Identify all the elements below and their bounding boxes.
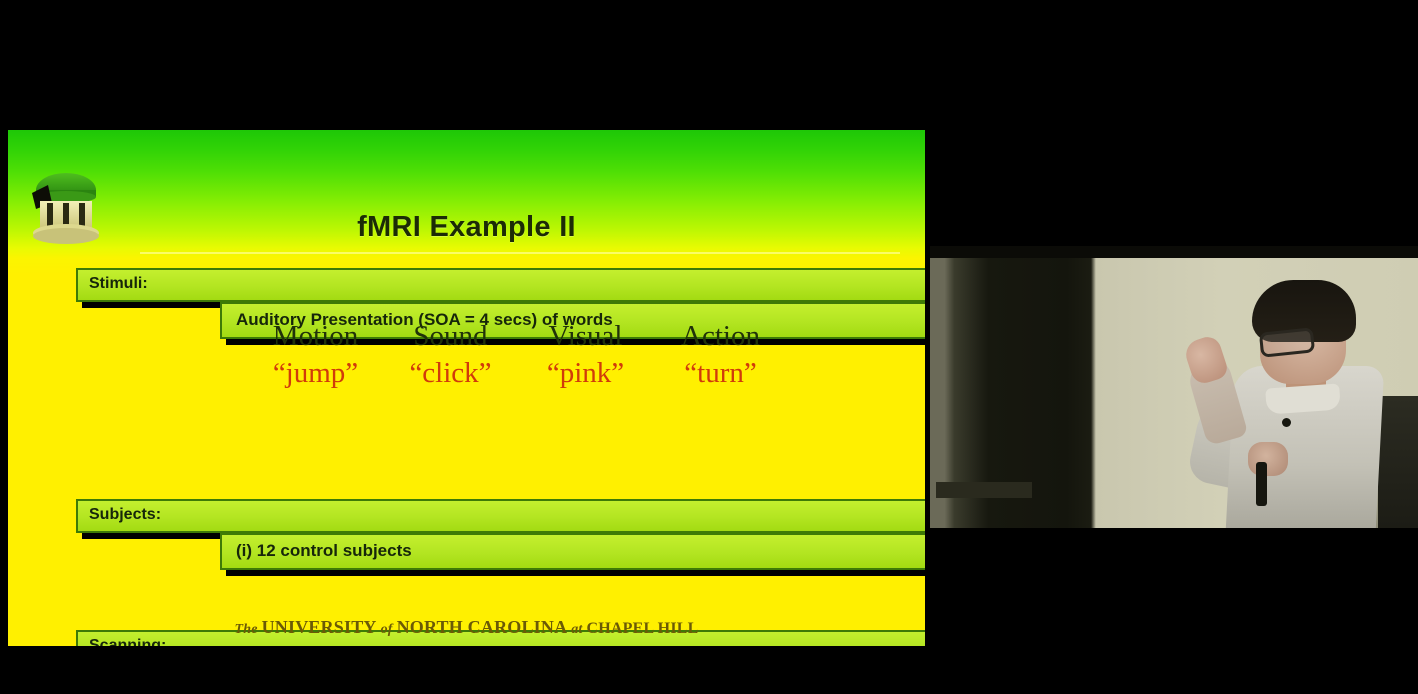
- video-monitor-shape: [1376, 396, 1418, 528]
- word-category-action: Action: [681, 320, 760, 352]
- word-category-motion: Motion: [272, 320, 359, 352]
- word-category-visual: Visual: [548, 320, 623, 352]
- word-category-sound: Sound: [413, 320, 488, 352]
- row-label-subjects: Subjects:: [76, 498, 925, 533]
- row-value-subjects: (i) 12 control subjects: [220, 532, 925, 570]
- footer-chapel-hill: CHAPEL HILL: [586, 620, 699, 637]
- word-category-grid: Motion Sound Visual Action “jump” “click…: [248, 320, 788, 390]
- lecturer-lower-hand: [1248, 442, 1288, 476]
- word-example-click: “click”: [409, 357, 492, 389]
- screen-capture-frame: fMRI Example II Stimuli: Auditory Presen…: [0, 0, 1418, 694]
- slide-footer: The UNIVERSITY of NORTH CAROLINA at CHAP…: [8, 617, 925, 638]
- video-ceiling-strip: [930, 246, 1418, 258]
- footer-at: at: [571, 622, 583, 637]
- slide-title: fMRI Example II: [357, 211, 576, 243]
- lecturer-lapel-mic: [1282, 418, 1291, 427]
- lecturer-collar: [1265, 383, 1341, 415]
- word-example-jump: “jump”: [272, 357, 359, 389]
- presentation-slide: fMRI Example II Stimuli: Auditory Presen…: [8, 130, 925, 646]
- word-example-row: “jump” “click” “pink” “turn”: [248, 353, 788, 390]
- footer-university: UNIVERSITY: [261, 617, 377, 637]
- footer-of: of: [380, 622, 393, 637]
- word-example-pink: “pink”: [546, 357, 625, 389]
- lecturer-microphone: [1256, 462, 1267, 506]
- word-example-turn: “turn”: [684, 357, 757, 389]
- slide-content: fMRI Example II Stimuli: Auditory Presen…: [8, 130, 925, 646]
- footer-the: The: [234, 622, 258, 637]
- row-label-stimuli: Stimuli:: [76, 268, 925, 302]
- video-desk-edge: [936, 482, 1032, 498]
- lecturer-video-feed: [930, 246, 1418, 528]
- word-category-row: Motion Sound Visual Action: [248, 320, 788, 353]
- footer-north-carolina: NORTH CAROLINA: [396, 617, 568, 637]
- title-divider: [140, 252, 900, 254]
